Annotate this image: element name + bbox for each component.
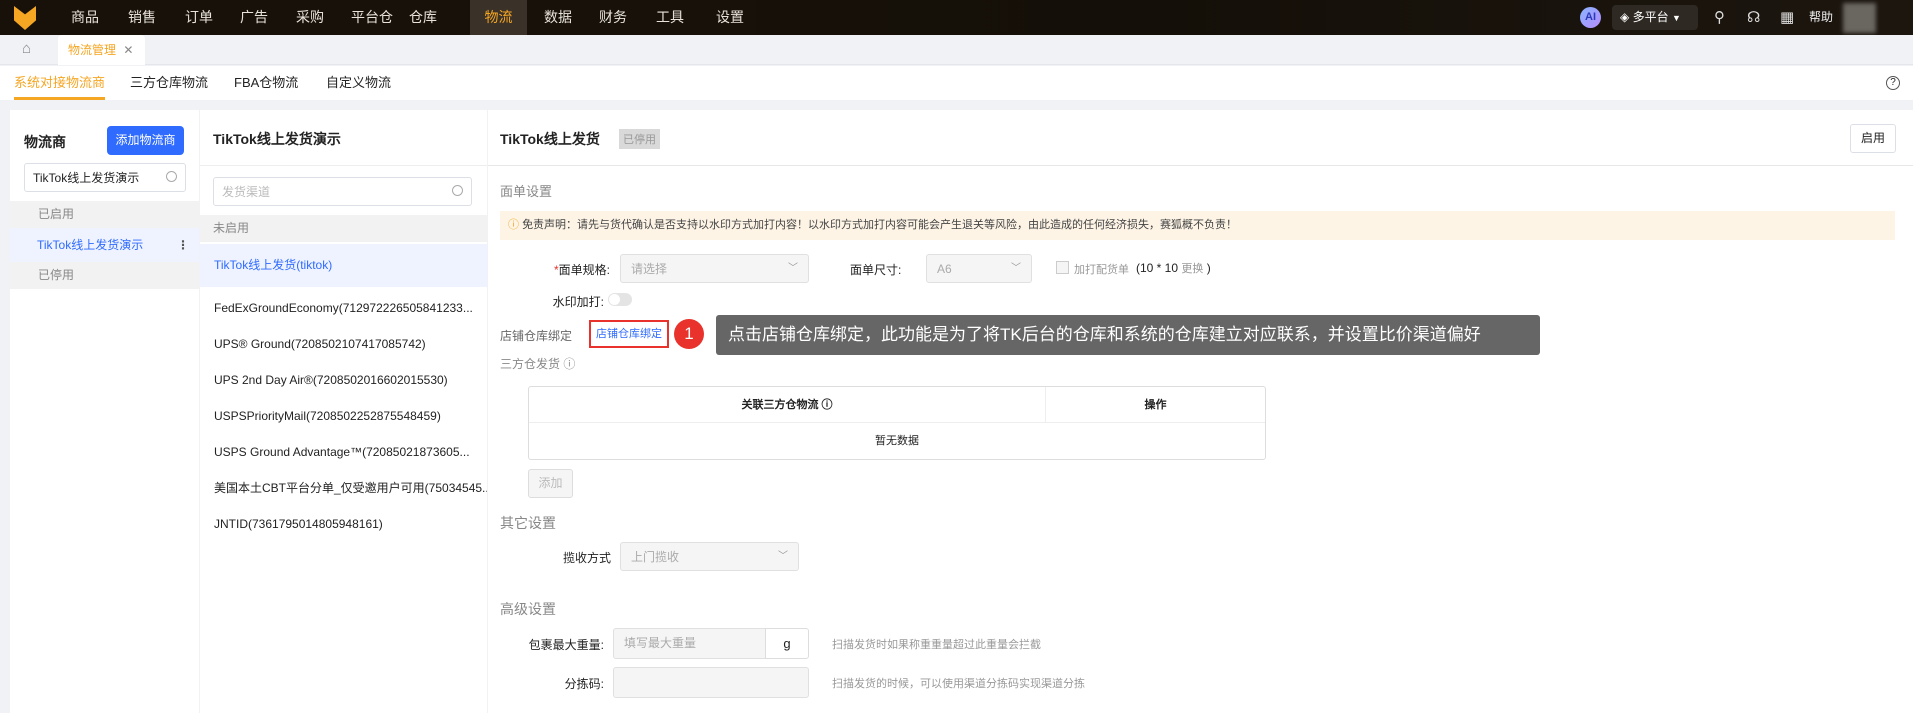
- ai-button[interactable]: AI: [1580, 7, 1601, 28]
- detail-title: TikTok线上发货: [500, 131, 600, 147]
- help-icon[interactable]: ⓘ: [563, 357, 575, 371]
- max-weight-label: 包裹最大重量:: [528, 638, 604, 652]
- table-empty: 暂无数据: [875, 435, 919, 447]
- channel-panel: TikTok线上发货演示 发货渠道 未启用 TikTok线上发货(tiktok)…: [200, 110, 487, 713]
- group-enabled: 已启用: [10, 201, 199, 228]
- subtab-custom[interactable]: 自定义物流: [326, 66, 391, 100]
- subtab-fba[interactable]: FBA仓物流: [234, 66, 298, 100]
- search-value: TikTok线上发货演示: [33, 171, 140, 185]
- other-settings-heading: 其它设置: [500, 515, 556, 531]
- menu-item-data[interactable]: 数据: [534, 0, 582, 35]
- add-button[interactable]: 添加: [528, 469, 573, 498]
- max-weight-input[interactable]: 填写最大重量: [613, 628, 766, 659]
- tab-label: 物流管理: [68, 43, 117, 57]
- size-select[interactable]: A6 ﹀: [926, 254, 1032, 283]
- disclaimer-text: 免责声明：请先与货代确认是否支持以水印方式加打内容！以水印方式加打内容可能会产生…: [522, 219, 1238, 231]
- carrier-search-input[interactable]: TikTok线上发货演示: [24, 163, 186, 192]
- warning-icon: ⓘ: [508, 219, 519, 231]
- page-tab-bar: ⌂ 物流管理 ✕: [0, 35, 1913, 65]
- subtab-system-carrier[interactable]: 系统对接物流商: [14, 66, 106, 100]
- channel-item[interactable]: TikTok线上发货(tiktok): [200, 244, 487, 287]
- search-icon[interactable]: [452, 185, 463, 196]
- more-vertical-icon[interactable]: ⋮: [177, 228, 189, 262]
- headset-icon[interactable]: ☊: [1747, 0, 1760, 35]
- enable-button[interactable]: 启用: [1850, 124, 1896, 153]
- carrier-item-selected[interactable]: TikTok线上发货演示 ⋮: [10, 228, 199, 262]
- tab-logistics-management[interactable]: 物流管理 ✕: [58, 35, 145, 65]
- sort-code-input[interactable]: [613, 667, 809, 698]
- spec-select[interactable]: 请选择 ﹀: [620, 254, 809, 283]
- avatar[interactable]: [1843, 3, 1876, 33]
- menu-item-sales[interactable]: 销售: [118, 0, 166, 35]
- help-icon[interactable]: ?: [1886, 76, 1900, 90]
- apps-grid-icon[interactable]: ▦: [1780, 0, 1794, 35]
- sub-tabs: 系统对接物流商 三方仓库物流 FBA仓物流 自定义物流 ?: [0, 66, 1913, 100]
- menu-item-warehouse[interactable]: 仓库: [399, 0, 447, 35]
- chevron-down-icon: ﹀: [1011, 263, 1021, 274]
- menu-item-tools[interactable]: 工具: [646, 0, 694, 35]
- platform-label: 多平台: [1632, 10, 1669, 24]
- menu-item-ads[interactable]: 广告: [230, 0, 278, 35]
- menu-item-purchase[interactable]: 采购: [286, 0, 334, 35]
- third-party-label: 三方仓发货 ⓘ: [500, 357, 576, 371]
- carrier-name: TikTok线上发货演示: [37, 238, 144, 252]
- menu-item-finance[interactable]: 财务: [589, 0, 637, 35]
- sort-code-label: 分拣码:: [564, 677, 604, 691]
- platform-switcher[interactable]: ◈ 多平台 ▼: [1612, 5, 1698, 30]
- menu-item-settings[interactable]: 设置: [706, 0, 754, 35]
- top-nav: 商品 销售 订单 广告 采购 平台仓 仓库 物流 数据 财务 工具 设置 AI …: [0, 0, 1913, 35]
- search-placeholder: 发货渠道: [222, 185, 271, 199]
- max-weight-hint: 扫描发货时如果称重重量超过此重量会拦截: [832, 639, 1041, 651]
- caret-down-icon: ▼: [1671, 13, 1681, 23]
- extra-print-checkbox[interactable]: [1056, 261, 1069, 274]
- menu-item-orders[interactable]: 订单: [175, 0, 223, 35]
- table-header-actions: 操作: [1046, 387, 1265, 423]
- menu-item-logistics[interactable]: 物流: [470, 0, 527, 35]
- chevron-down-icon: ﹀: [778, 551, 788, 562]
- change-size-link[interactable]: 更换: [1181, 263, 1203, 275]
- spec-label: *面单规格:: [553, 263, 610, 277]
- size-label: 面单尺寸:: [850, 263, 902, 277]
- channel-panel-title: TikTok线上发货演示: [213, 131, 341, 147]
- disclaimer-alert: ⓘ 免责声明：请先与货代确认是否支持以水印方式加打内容！以水印方式加打内容可能会…: [500, 211, 1895, 240]
- search-icon[interactable]: ⚲: [1714, 0, 1725, 35]
- step-badge: 1: [674, 319, 704, 349]
- group-disabled: 已停用: [10, 262, 199, 289]
- add-carrier-button[interactable]: 添加物流商: [107, 126, 184, 155]
- weight-unit: g: [765, 628, 809, 659]
- guide-tooltip: 点击店铺仓库绑定，此功能是为了将TK后台的仓库和系统的仓库建立对应联系，并设置比…: [716, 315, 1540, 355]
- fox-logo-icon[interactable]: [14, 6, 36, 30]
- layers-icon: ◈: [1620, 10, 1630, 24]
- watermark-label: 水印加打:: [552, 295, 604, 309]
- help-icon[interactable]: ⓘ: [822, 399, 833, 411]
- section-label-settings: 面单设置: [500, 184, 553, 199]
- third-party-table: 关联三方仓物流 ⓘ 操作 暂无数据: [528, 386, 1266, 460]
- help-link[interactable]: 帮助: [1809, 0, 1833, 35]
- main-menu: 商品 销售 订单 广告 采购 平台仓 仓库 物流 数据 财务 工具 设置: [0, 0, 756, 35]
- size-note: (10 * 10 更换 ): [1136, 261, 1211, 275]
- pickup-select[interactable]: 上门揽收 ﹀: [620, 542, 799, 571]
- chevron-down-icon: ﹀: [788, 263, 798, 274]
- carrier-title: 物流商: [24, 134, 66, 150]
- table-header-linked: 关联三方仓物流 ⓘ: [529, 387, 1046, 423]
- channel-item[interactable]: JNTID(7361795014805948161): [200, 503, 487, 546]
- store-bind-label: 店铺仓库绑定: [500, 329, 573, 343]
- status-badge: 已停用: [619, 129, 660, 149]
- extra-print-label: 加打配货单: [1074, 264, 1129, 276]
- subtab-third-party-warehouse[interactable]: 三方仓库物流: [130, 66, 208, 100]
- home-icon[interactable]: ⌂: [22, 40, 31, 57]
- menu-item-platform-warehouse[interactable]: 平台仓: [341, 0, 403, 35]
- group-not-enabled: 未启用: [200, 215, 487, 242]
- pickup-label: 揽收方式: [563, 551, 612, 565]
- channel-search-input[interactable]: 发货渠道: [213, 177, 472, 206]
- watermark-toggle[interactable]: [608, 293, 632, 306]
- store-warehouse-bind-link[interactable]: 店铺仓库绑定: [589, 320, 669, 348]
- sort-code-hint: 扫描发货的时候，可以使用渠道分拣码实现渠道分拣: [832, 678, 1085, 690]
- search-icon[interactable]: [166, 171, 177, 182]
- close-icon[interactable]: ✕: [123, 43, 133, 57]
- carrier-panel: 物流商 添加物流商 TikTok线上发货演示 已启用 TikTok线上发货演示 …: [10, 110, 199, 713]
- menu-item-products[interactable]: 商品: [61, 0, 109, 35]
- advanced-heading: 高级设置: [500, 601, 556, 617]
